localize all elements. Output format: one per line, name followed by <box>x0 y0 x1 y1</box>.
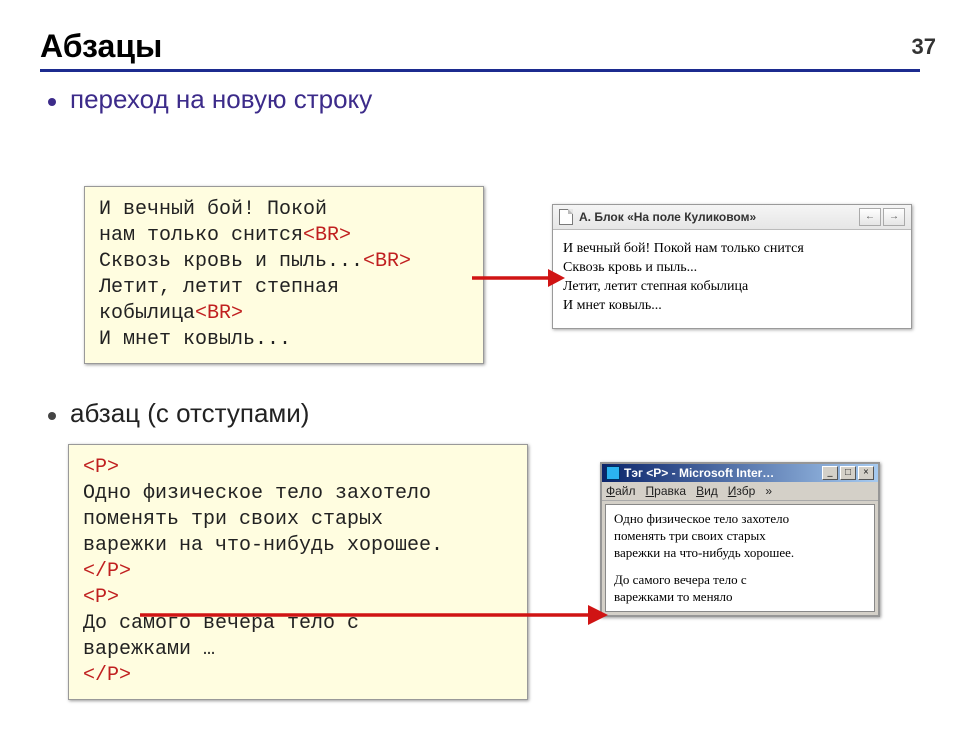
ie-icon <box>606 466 620 480</box>
maximize-button[interactable]: □ <box>840 466 856 480</box>
para-line: варежками то меняло <box>614 589 866 606</box>
bullet-newline-text: переход на новую строку <box>70 84 372 115</box>
poem-line: И вечный бой! Покой нам только снится <box>563 240 901 259</box>
menu-view[interactable]: Вид <box>696 484 718 498</box>
menu-file[interactable]: ФФайлайл <box>606 484 636 498</box>
poem-line: Летит, летит степная кобылица <box>563 278 901 297</box>
page-number: 37 <box>912 34 936 60</box>
poem-line: Сквозь кровь и пыль... <box>563 259 901 278</box>
code-block-p: <P> Одно физическое тело захотело поменя… <box>68 444 528 700</box>
bullet-dot-icon <box>48 98 56 106</box>
page-icon <box>559 209 573 225</box>
ie-window-title: Тэг <P> - Microsoft Inter… <box>624 466 774 480</box>
bullet-paragraph-text: абзац (с отступами) <box>70 398 309 429</box>
menu-edit[interactable]: Правка <box>646 484 687 498</box>
code-block-br: И вечный бой! Покой нам только снится<BR… <box>84 186 484 364</box>
ie-content: Одно физическое тело захотело поменять т… <box>605 504 875 612</box>
para-line: поменять три своих старых <box>614 528 866 545</box>
minimize-button[interactable]: _ <box>822 466 838 480</box>
nav-back-button[interactable]: ← <box>859 208 881 226</box>
nav-forward-button[interactable]: → <box>883 208 905 226</box>
para-line: До самого вечера тело с <box>614 572 866 589</box>
preview-body: И вечный бой! Покой нам только снится Ск… <box>553 230 911 328</box>
preview-tab-bar: А. Блок «На поле Куликовом» ← → <box>553 205 911 230</box>
bullet-paragraph: абзац (с отступами) <box>48 398 309 429</box>
ie-window: Тэг <P> - Microsoft Inter… _ □ × ФФайлай… <box>600 462 880 617</box>
poem-line: И мнет ковыль... <box>563 297 901 316</box>
ie-menu-bar: ФФайлайл Правка Вид Избр » <box>602 482 878 501</box>
para-line: Одно физическое тело захотело <box>614 511 866 528</box>
bullet-dot-icon <box>48 412 56 420</box>
slide-title: Абзацы <box>40 28 960 65</box>
bullet-newline: переход на новую строку <box>48 84 960 115</box>
browser-preview-poem: А. Блок «На поле Куликовом» ← → И вечный… <box>552 204 912 329</box>
arrow-icon <box>470 263 565 293</box>
menu-fav[interactable]: Избр <box>728 484 756 498</box>
ie-titlebar: Тэг <P> - Microsoft Inter… _ □ × <box>602 464 878 482</box>
preview-tab-title: А. Блок «На поле Куликовом» <box>579 210 756 224</box>
title-underline <box>40 69 920 72</box>
close-button[interactable]: × <box>858 466 874 480</box>
menu-more[interactable]: » <box>765 484 772 498</box>
para-line: варежки на что-нибудь хорошее. <box>614 545 866 562</box>
